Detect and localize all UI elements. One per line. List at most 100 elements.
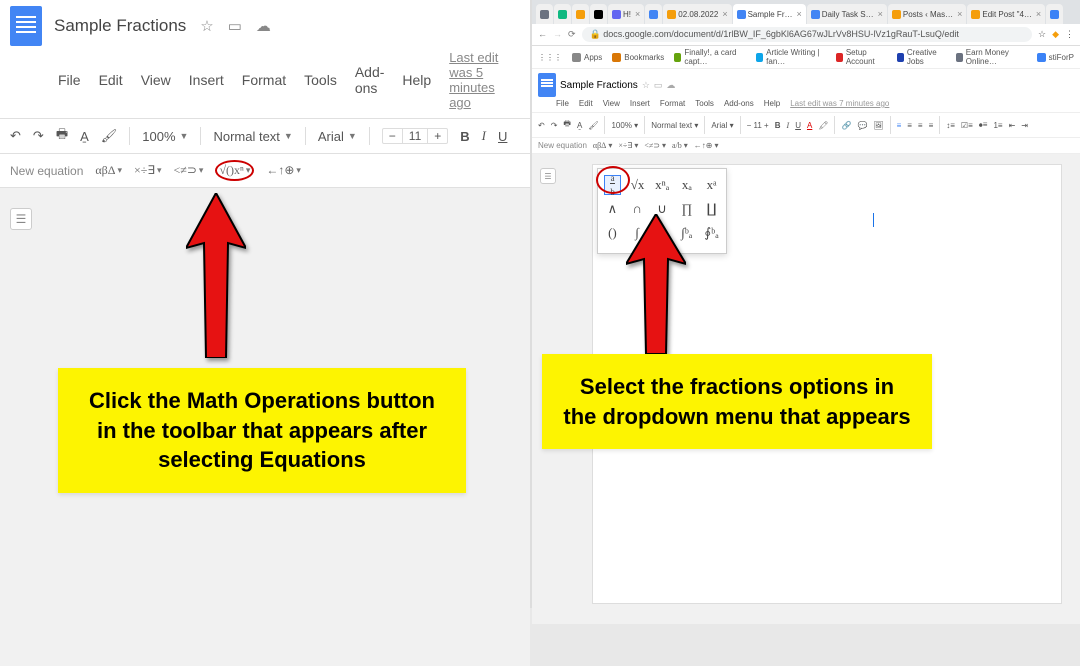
style-select[interactable]: Normal text ▾: [651, 121, 698, 130]
addr-ext2-icon[interactable]: ⋮: [1065, 29, 1074, 40]
menu-format[interactable]: Format: [660, 99, 685, 108]
addr-star-icon[interactable]: ☆: [1038, 29, 1046, 40]
bookmark-item[interactable]: Setup Account: [836, 48, 887, 66]
indent-increase-icon[interactable]: ⇥: [1021, 121, 1028, 130]
nav-forward-icon[interactable]: →: [553, 29, 562, 40]
browser-tab[interactable]: Sample Fr…×: [733, 4, 806, 24]
fontsize-increase[interactable]: +: [428, 129, 447, 143]
align-justify-icon[interactable]: ≡: [929, 121, 934, 130]
tab-close-icon[interactable]: ×: [796, 9, 801, 19]
cloud-icon[interactable]: ☁: [666, 80, 675, 91]
line-spacing-icon[interactable]: ↕≡: [946, 121, 955, 130]
browser-tab[interactable]: Posts ‹ Mas…×: [888, 4, 967, 24]
print-icon[interactable]: 🖶: [56, 125, 68, 147]
zoom-select[interactable]: 100%▼: [142, 129, 188, 144]
eq-arrows-button[interactable]: ←↑⊕ ▾: [694, 141, 719, 150]
font-select[interactable]: Arial▼: [318, 129, 357, 144]
bookmark-item[interactable]: Apps: [572, 53, 602, 62]
undo-icon[interactable]: ↶: [538, 121, 545, 130]
bullets-icon[interactable]: ⦁≡: [979, 120, 988, 130]
eq-option[interactable]: xₐ: [679, 175, 696, 195]
checklist-icon[interactable]: ☑≡: [961, 121, 973, 130]
bookmark-item[interactable]: Creative Jobs: [897, 48, 946, 66]
addr-ext1-icon[interactable]: ◆: [1052, 29, 1059, 40]
tab-close-icon[interactable]: ×: [957, 9, 962, 19]
menu-addons[interactable]: Add-ons: [724, 99, 754, 108]
star-icon[interactable]: ☆: [200, 17, 213, 35]
menu-tools[interactable]: Tools: [304, 72, 337, 88]
menu-insert[interactable]: Insert: [630, 99, 650, 108]
fontsize-decrease[interactable]: −: [383, 129, 402, 143]
eq-option[interactable]: ab: [604, 175, 621, 195]
browser-tab[interactable]: Edit Post "4…×: [967, 4, 1045, 24]
browser-tab[interactable]: Daily Task S…×: [807, 4, 887, 24]
eq-greek-button[interactable]: αβΔ ▾: [593, 141, 612, 150]
eq-option[interactable]: xⁿₐ: [654, 175, 671, 195]
redo-icon[interactable]: ↷: [551, 121, 558, 130]
comment-icon[interactable]: 💬: [857, 121, 867, 130]
menu-file[interactable]: File: [58, 72, 81, 88]
menu-edit[interactable]: Edit: [99, 72, 123, 88]
eq-option[interactable]: ∪: [654, 199, 671, 219]
bookmark-item[interactable]: Article Writing | fan…: [756, 48, 826, 66]
last-edit-link[interactable]: Last edit was 7 minutes ago: [790, 99, 889, 108]
star-icon[interactable]: ☆: [642, 80, 650, 91]
move-icon[interactable]: ▭: [654, 80, 663, 91]
text-color-button[interactable]: A: [807, 121, 812, 130]
document-title[interactable]: Sample Fractions: [560, 80, 638, 91]
eq-math-ops-button[interactable]: √()xⁿ▾: [219, 163, 250, 178]
eq-option[interactable]: xᵃ: [703, 175, 720, 195]
bookmark-item[interactable]: stiForP: [1037, 53, 1074, 62]
eq-relations-button[interactable]: <≠⊃ ▾: [644, 141, 666, 150]
browser-tab[interactable]: H!×: [608, 4, 644, 24]
paint-format-icon[interactable]: 🖌: [101, 128, 118, 144]
indent-decrease-icon[interactable]: ⇤: [1009, 121, 1016, 130]
zoom-select[interactable]: 100% ▾: [611, 121, 638, 130]
eq-operators-button[interactable]: ×÷∃▾: [134, 163, 161, 178]
menu-view[interactable]: View: [141, 72, 171, 88]
eq-option[interactable]: ∏: [678, 199, 695, 219]
eq-relations-button[interactable]: <≠⊃▾: [174, 163, 204, 178]
spellcheck-icon[interactable]: A̱: [577, 121, 582, 130]
docs-logo-icon[interactable]: [10, 6, 42, 46]
tab-close-icon[interactable]: ×: [635, 9, 640, 19]
browser-tab[interactable]: [554, 4, 571, 24]
browser-tab[interactable]: [572, 4, 589, 24]
menu-tools[interactable]: Tools: [695, 99, 714, 108]
underline-button[interactable]: U: [795, 121, 801, 130]
eq-option[interactable]: ∩: [629, 199, 646, 219]
docs-logo-icon[interactable]: [538, 73, 556, 97]
document-title[interactable]: Sample Fractions: [54, 16, 186, 36]
eq-option[interactable]: ∮: [654, 223, 671, 243]
eq-option[interactable]: ∐: [703, 199, 720, 219]
bold-button[interactable]: B: [460, 129, 469, 144]
browser-tab[interactable]: [645, 4, 662, 24]
font-select[interactable]: Arial ▾: [711, 121, 733, 130]
menu-help[interactable]: Help: [764, 99, 780, 108]
new-equation-button[interactable]: New equation: [538, 141, 587, 150]
cloud-icon[interactable]: ☁: [256, 17, 271, 35]
bookmark-item[interactable]: Finally!, a card capt…: [674, 48, 746, 66]
menu-format[interactable]: Format: [242, 72, 286, 88]
link-icon[interactable]: 🔗: [841, 121, 851, 130]
tab-close-icon[interactable]: ×: [878, 9, 883, 19]
highlight-button[interactable]: 🖍: [818, 121, 828, 130]
tab-close-icon[interactable]: ×: [1036, 9, 1041, 19]
apps-icon[interactable]: ⋮⋮⋮: [538, 53, 562, 62]
eq-option[interactable]: ∮ᵇₐ: [703, 223, 720, 243]
menu-help[interactable]: Help: [402, 72, 431, 88]
eq-greek-button[interactable]: αβΔ▾: [95, 163, 122, 178]
menu-file[interactable]: File: [556, 99, 569, 108]
eq-math-ops-button[interactable]: a/b ▾: [672, 141, 688, 150]
fontsize-value[interactable]: 11: [402, 129, 428, 143]
browser-tab[interactable]: [590, 4, 607, 24]
numbered-icon[interactable]: 1≡: [993, 121, 1002, 130]
spellcheck-icon[interactable]: A̱: [80, 129, 89, 144]
eq-option[interactable]: ∫: [629, 223, 646, 243]
eq-option[interactable]: (): [604, 223, 621, 243]
print-icon[interactable]: 🖶: [563, 118, 571, 132]
align-center-icon[interactable]: ≡: [907, 121, 912, 130]
paint-format-icon[interactable]: 🖌: [588, 121, 598, 130]
italic-button[interactable]: I: [787, 121, 790, 130]
bold-button[interactable]: B: [775, 121, 781, 130]
